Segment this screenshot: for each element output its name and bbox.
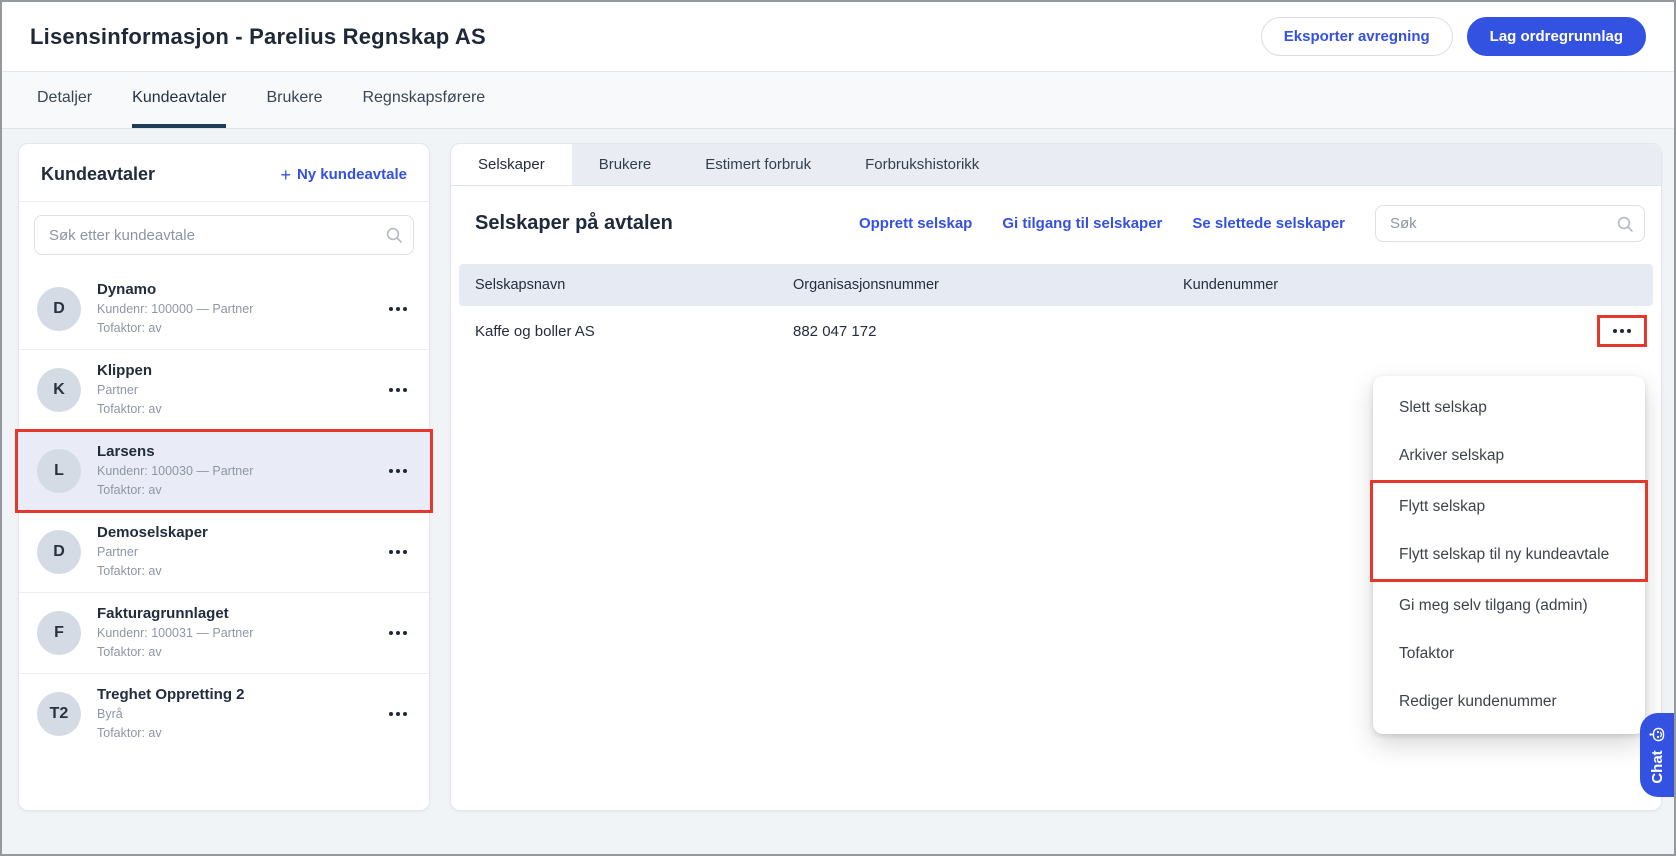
section-header-row: Selskaper på avtalen Opprett selskap Gi … [451, 186, 1661, 260]
top-bar: Lisensinformasjon - Parelius Regnskap AS… [2, 2, 1674, 72]
avatar: L [37, 449, 81, 493]
search-icon [1616, 215, 1634, 233]
tab-regnskapsforere[interactable]: Regnskapsførere [362, 72, 485, 128]
sidebar-title: Kundeavtaler [41, 164, 155, 185]
agreement-subtitle: Kundenr: 100000 — Partner [97, 300, 369, 319]
plus-icon: + [280, 166, 291, 184]
create-company-link[interactable]: Opprett selskap [859, 215, 972, 232]
agreement-twofactor: Tofaktor: av [97, 643, 369, 662]
agreement-twofactor: Tofaktor: av [97, 562, 369, 581]
column-selskapsnavn: Selskapsnavn [459, 277, 793, 293]
company-search-input[interactable] [1375, 205, 1645, 242]
agreement-item-dynamo[interactable]: D Dynamo Kundenr: 100000 — Partner Tofak… [19, 268, 429, 349]
section-title: Selskaper på avtalen [475, 212, 673, 235]
company-name-cell: Kaffe og boller AS [459, 323, 793, 340]
column-organisasjonsnummer: Organisasjonsnummer [793, 277, 1183, 293]
ellipsis-menu-icon[interactable] [385, 299, 411, 319]
app-window: Lisensinformasjon - Parelius Regnskap AS… [0, 0, 1676, 856]
agreement-item-demoselskaper[interactable]: D Demoselskaper Partner Tofaktor: av [19, 511, 429, 592]
tab-kundeavtaler[interactable]: Kundeavtaler [132, 72, 226, 128]
ellipsis-menu-icon[interactable] [385, 704, 411, 724]
tab-forbrukshistorikk[interactable]: Forbrukshistorikk [838, 144, 1006, 185]
menu-item-rediger-kundenummer[interactable]: Rediger kundenummer [1373, 678, 1645, 726]
menu-item-tofaktor[interactable]: Tofaktor [1373, 630, 1645, 678]
avatar: K [37, 368, 81, 412]
agreement-item-fakturagrunnlaget[interactable]: F Fakturagrunnlaget Kundenr: 100031 — Pa… [19, 592, 429, 673]
agreement-subtitle: Partner [97, 381, 369, 400]
grant-access-link[interactable]: Gi tilgang til selskaper [1002, 215, 1162, 232]
menu-item-flytt-selskap-til-ny-kundeavtale[interactable]: Flytt selskap til ny kundeavtale [1373, 531, 1645, 579]
avatar: T2 [37, 692, 81, 736]
search-icon [385, 226, 403, 244]
tab-estimert-forbruk[interactable]: Estimert forbruk [678, 144, 838, 185]
ellipsis-menu-icon[interactable] [385, 542, 411, 562]
table-header-row: Selskapsnavn Organisasjonsnummer Kundenu… [459, 264, 1653, 306]
agreement-search-input[interactable] [34, 215, 414, 255]
agreement-subtitle: Kundenr: 100030 — Partner [97, 462, 369, 481]
agreement-name: Fakturagrunnlaget [97, 604, 369, 624]
table-row[interactable]: Kaffe og boller AS 882 047 172 [459, 306, 1653, 356]
new-agreement-link[interactable]: + Ny kundeavtale [280, 166, 407, 184]
agreement-name: Dynamo [97, 280, 369, 300]
tab-brukere[interactable]: Brukere [266, 72, 322, 128]
sidebar-search-wrap [19, 202, 429, 268]
agreement-name: Larsens [97, 442, 369, 462]
company-context-menu: Slett selskap Arkiver selskap Flytt sels… [1373, 376, 1645, 734]
menu-item-flytt-selskap[interactable]: Flytt selskap [1373, 483, 1645, 531]
org-number-cell: 882 047 172 [793, 323, 1183, 340]
agreement-subtitle: Partner [97, 543, 369, 562]
agreement-item-klippen[interactable]: K Klippen Partner Tofaktor: av [19, 349, 429, 430]
robot-icon [1649, 726, 1666, 743]
avatar: D [37, 287, 81, 331]
chat-label: Chat [1649, 750, 1666, 783]
ellipsis-menu-icon[interactable] [385, 461, 411, 481]
column-kundenummer: Kundenummer [1183, 277, 1653, 293]
customer-agreements-panel: Kundeavtaler + Ny kundeavtale D [18, 143, 430, 811]
agreement-subtitle: Byrå [97, 705, 369, 724]
page-title: Lisensinformasjon - Parelius Regnskap AS [30, 24, 486, 50]
new-agreement-label: Ny kundeavtale [297, 166, 407, 183]
agreement-name: Klippen [97, 361, 369, 381]
panel-tabs: Selskaper Brukere Estimert forbruk Forbr… [451, 144, 1661, 186]
agreement-twofactor: Tofaktor: av [97, 400, 369, 419]
agreement-name: Treghet Oppretting 2 [97, 685, 369, 705]
ellipsis-menu-icon[interactable] [385, 380, 411, 400]
agreement-item-treghet-oppretting-2[interactable]: T2 Treghet Oppretting 2 Byrå Tofaktor: a… [19, 673, 429, 754]
page-tabs: Detaljer Kundeavtaler Brukere Regnskapsf… [2, 72, 1674, 129]
agreement-name: Demoselskaper [97, 523, 369, 543]
tab-panel-brukere[interactable]: Brukere [572, 144, 679, 185]
agreement-item-larsens[interactable]: L Larsens Kundenr: 100030 — Partner Tofa… [19, 430, 429, 511]
companies-table: Selskapsnavn Organisasjonsnummer Kundenu… [459, 264, 1653, 356]
tab-detaljer[interactable]: Detaljer [37, 72, 92, 128]
row-ellipsis-menu-icon[interactable] [1609, 321, 1635, 341]
sidebar-header: Kundeavtaler + Ny kundeavtale [19, 144, 429, 202]
menu-item-gi-meg-selv-tilgang[interactable]: Gi meg selv tilgang (admin) [1373, 582, 1645, 630]
avatar: D [37, 530, 81, 574]
red-annotation-box: Flytt selskap Flytt selskap til ny kunde… [1370, 480, 1648, 582]
companies-panel: Selskaper Brukere Estimert forbruk Forbr… [450, 143, 1662, 811]
agreement-list: D Dynamo Kundenr: 100000 — Partner Tofak… [19, 268, 429, 754]
view-deleted-companies-link[interactable]: Se slettede selskaper [1192, 215, 1345, 232]
create-order-basis-button[interactable]: Lag ordregrunnlag [1467, 17, 1646, 56]
avatar: F [37, 611, 81, 655]
agreement-subtitle: Kundenr: 100031 — Partner [97, 624, 369, 643]
menu-item-slett-selskap[interactable]: Slett selskap [1373, 384, 1645, 432]
agreement-twofactor: Tofaktor: av [97, 319, 369, 338]
chat-button[interactable]: Chat [1640, 713, 1674, 797]
content-area: Kundeavtaler + Ny kundeavtale D [2, 129, 1674, 854]
export-settlement-button[interactable]: Eksporter avregning [1261, 17, 1453, 56]
tab-selskaper[interactable]: Selskaper [451, 144, 572, 185]
agreement-twofactor: Tofaktor: av [97, 481, 369, 500]
header-actions: Eksporter avregning Lag ordregrunnlag [1261, 17, 1646, 56]
ellipsis-menu-icon[interactable] [385, 623, 411, 643]
red-annotation-box [1597, 315, 1647, 347]
agreement-twofactor: Tofaktor: av [97, 724, 369, 743]
menu-item-arkiver-selskap[interactable]: Arkiver selskap [1373, 432, 1645, 480]
